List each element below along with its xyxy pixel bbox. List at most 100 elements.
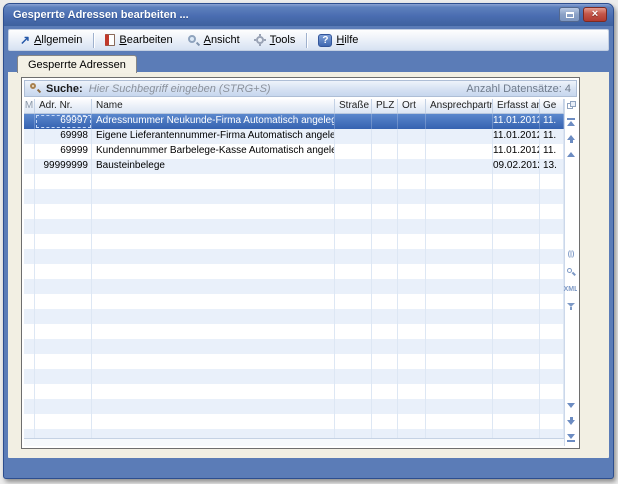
filter-icon[interactable] — [567, 303, 575, 310]
menu-item-bearbeiten[interactable]: Bearbeiten — [98, 31, 179, 49]
partner-cell — [426, 144, 493, 159]
window-title: Gesperrte Adressen bearbeiten ... — [4, 9, 189, 21]
strasse-cell — [335, 144, 372, 159]
go-last-row-icon[interactable] — [567, 434, 575, 442]
erfasst-cell: 11.01.2012 — [493, 129, 540, 144]
geaendert-cell: 11. — [540, 114, 564, 129]
table-row[interactable]: 69997 Adressnummer Neukunde-Firma Automa… — [24, 114, 564, 129]
menu-label: Tools — [270, 34, 296, 46]
page-up-icon[interactable] — [567, 135, 575, 143]
ort-cell — [398, 114, 426, 129]
adr-cell: 99999999 — [35, 159, 92, 174]
menu-item-tools[interactable]: Tools — [247, 31, 303, 49]
search-input[interactable]: Hier Suchbegriff eingeben (STRG+S) — [89, 83, 467, 95]
table-header-row: M Adr. Nr. Name Straße PLZ Ort Ansprechp… — [24, 99, 564, 114]
gear-icon — [254, 34, 266, 46]
marker-cell — [24, 159, 35, 174]
adr-cell: 69999 — [35, 144, 92, 159]
plz-cell — [372, 159, 398, 174]
header-partner[interactable]: Ansprechpartner — [426, 99, 493, 113]
ort-cell — [398, 159, 426, 174]
search-rows-icon[interactable] — [567, 268, 576, 277]
column-chooser-icon[interactable] — [567, 101, 576, 110]
ort-cell — [398, 144, 426, 159]
menu-label: Bearbeiten — [119, 34, 172, 46]
partner-cell — [426, 129, 493, 144]
name-cell: Kundennummer Barbelege-Kasse Automatisch… — [92, 144, 335, 159]
header-geaendert[interactable]: Ge — [540, 99, 564, 113]
arrow-up-right-icon: ↗ — [20, 34, 30, 46]
header-erfasst[interactable]: Erfasst am — [493, 99, 540, 113]
grid: M Adr. Nr. Name Straße PLZ Ort Ansprechp… — [24, 99, 564, 438]
empty-grid-area — [24, 174, 564, 438]
erfasst-cell: 11.01.2012 — [493, 114, 540, 129]
menu-label: Hilfe — [336, 34, 358, 46]
row-up-icon[interactable] — [567, 152, 575, 157]
table-row[interactable]: 69998 Eigene Lieferantennummer-Firma Aut… — [24, 129, 564, 144]
header-marker[interactable]: M — [24, 99, 35, 113]
go-first-row-icon[interactable] — [567, 118, 575, 126]
name-cell: Eigene Lieferantennummer-Firma Automatis… — [92, 129, 335, 144]
header-name[interactable]: Name — [92, 99, 335, 113]
table-row[interactable]: 99999999 Bausteinbelege 09.02.2012 13. — [24, 159, 564, 174]
help-icon: ? — [318, 34, 332, 47]
marker-cell — [24, 144, 35, 159]
title-bar[interactable]: Gesperrte Adressen bearbeiten ... × — [4, 4, 613, 26]
marker-cell — [24, 114, 35, 129]
partner-cell — [426, 114, 493, 129]
header-adr-nr[interactable]: Adr. Nr. — [35, 99, 92, 113]
name-cell: Bausteinbelege — [92, 159, 335, 174]
menu-label: Ansicht — [204, 34, 240, 46]
xml-export-icon[interactable]: XML — [564, 286, 577, 294]
record-count: Anzahl Datensätze: 4 — [466, 83, 571, 95]
tab-gesperrte-adressen[interactable]: Gesperrte Adressen — [17, 55, 137, 73]
name-cell: Adressnummer Neukunde-Firma Automatisch … — [92, 114, 335, 129]
menu-item-hilfe[interactable]: ? Hilfe — [311, 31, 365, 49]
grid-panel: Suche: Hier Suchbegriff eingeben (STRG+S… — [21, 77, 580, 449]
strasse-cell — [335, 114, 372, 129]
menu-item-ansicht[interactable]: Ansicht — [180, 31, 247, 49]
geaendert-cell: 11. — [540, 144, 564, 159]
menu-bar: ↗ Allgemein Bearbeiten Ansicht Tools ? H… — [8, 29, 609, 51]
menu-item-allgemein[interactable]: ↗ Allgemein — [13, 31, 89, 49]
grid-side-toolbar: (|) XML — [564, 99, 577, 446]
erfasst-cell: 11.01.2012 — [493, 144, 540, 159]
tab-page: Suche: Hier Suchbegriff eingeben (STRG+S… — [8, 72, 609, 458]
close-button[interactable]: × — [583, 7, 607, 22]
geaendert-cell: 11. — [540, 129, 564, 144]
menu-separator — [93, 33, 94, 48]
dialog-window: Gesperrte Adressen bearbeiten ... × ↗ Al… — [3, 3, 614, 479]
row-down-icon[interactable] — [567, 403, 575, 408]
search-bar: Suche: Hier Suchbegriff eingeben (STRG+S… — [24, 80, 577, 97]
strasse-cell — [335, 129, 372, 144]
header-strasse[interactable]: Straße — [335, 99, 372, 113]
brackets-icon[interactable]: (|) — [568, 251, 575, 259]
search-icon — [30, 83, 41, 94]
plz-cell — [372, 144, 398, 159]
search-label: Suche: — [46, 83, 83, 95]
strasse-cell — [335, 159, 372, 174]
edit-document-icon — [105, 34, 115, 46]
ort-cell — [398, 129, 426, 144]
table-row[interactable]: 69999 Kundennummer Barbelege-Kasse Autom… — [24, 144, 564, 159]
restore-icon — [566, 12, 574, 18]
horizontal-scrollbar[interactable] — [24, 438, 564, 446]
menu-label: Allgemein — [34, 34, 82, 46]
magnifier-document-icon — [187, 34, 200, 47]
titlebar-buttons: × — [559, 7, 607, 22]
erfasst-cell: 09.02.2012 — [493, 159, 540, 174]
page-down-icon[interactable] — [567, 417, 575, 425]
header-ort[interactable]: Ort — [398, 99, 426, 113]
marker-cell — [24, 129, 35, 144]
adr-cell: 69998 — [35, 129, 92, 144]
partner-cell — [426, 159, 493, 174]
plz-cell — [372, 129, 398, 144]
restore-button[interactable] — [559, 7, 580, 22]
menu-separator — [306, 33, 307, 48]
client-area: Gesperrte Adressen Suche: Hier Suchbegri… — [8, 52, 609, 474]
geaendert-cell: 13. — [540, 159, 564, 174]
table-wrap: M Adr. Nr. Name Straße PLZ Ort Ansprechp… — [24, 99, 577, 446]
plz-cell — [372, 114, 398, 129]
adr-cell: 69997 — [35, 114, 92, 129]
header-plz[interactable]: PLZ — [372, 99, 398, 113]
